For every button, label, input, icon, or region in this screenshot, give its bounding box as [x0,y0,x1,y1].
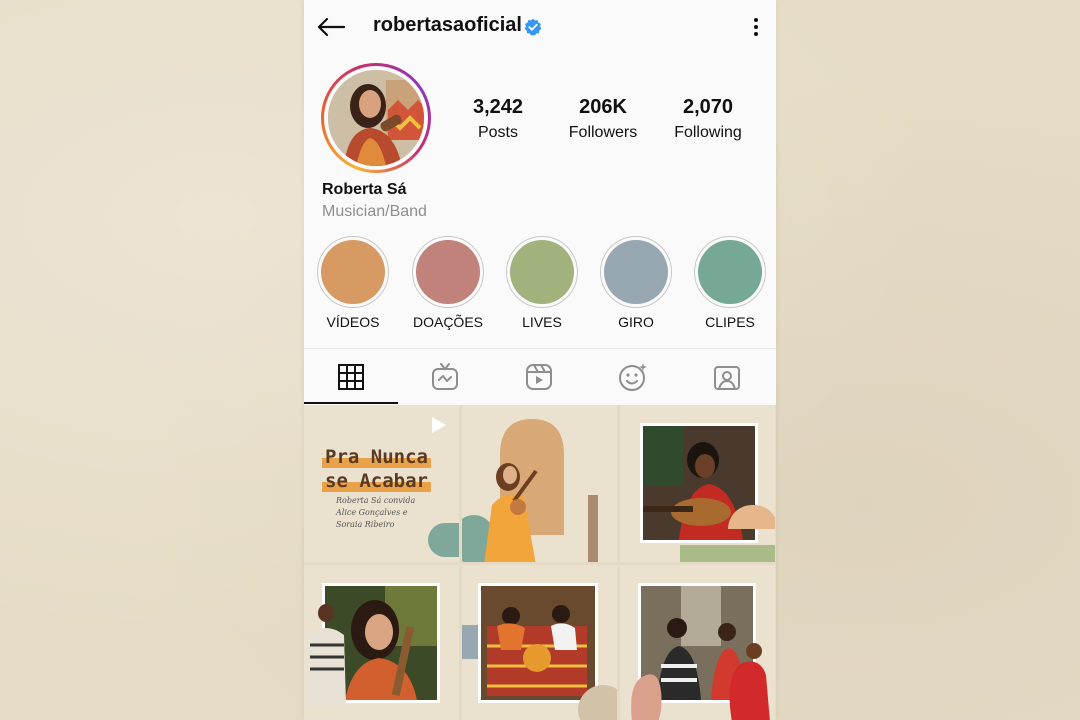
post-thumbnail[interactable] [462,565,617,720]
highlight-doacoes[interactable]: DOAÇÕES [403,236,493,330]
profile-username: robertasaoficial [373,14,522,36]
post-illustration [631,643,770,720]
post-thumbnail[interactable] [620,565,775,720]
post-title-line: se Acabar [322,470,431,492]
posts-count[interactable]: 3,242 Posts [448,96,548,142]
highlight-cover [604,240,668,304]
more-dot-icon [754,25,758,29]
post-subtitle-line: Alice Gonçalves e [336,508,408,517]
highlight-label: GIRO [618,314,654,330]
post-thumbnail[interactable] [620,405,775,562]
post-subtitle-line: Roberta Sá convida [336,496,416,505]
posts-count-label: Posts [477,124,518,141]
more-dot-icon [754,32,758,36]
post-thumbnail[interactable] [304,565,459,720]
verified-badge-icon [524,18,542,36]
tab-tagged[interactable] [680,349,774,404]
tagged-icon [714,365,740,390]
post-subtitle-line: Soraia Ribeiro [336,520,395,529]
reels-icon [526,363,552,390]
followers-count[interactable]: 206K Followers [553,96,653,142]
followers-count-value: 206K [579,96,627,118]
arrow-left-icon [317,17,346,37]
highlight-clipes[interactable]: CLIPES [685,236,775,330]
highlight-label: VÍDEOS [326,314,380,330]
post-thumbnail[interactable] [462,405,617,562]
grid-icon [338,363,364,390]
avatar-photo-illustration [328,70,424,166]
tab-igtv[interactable] [398,349,492,404]
following-count[interactable]: 2,070 Following [658,96,758,142]
post-photo-frame [478,583,598,703]
post-illustration [306,604,346,705]
back-button[interactable] [314,10,348,44]
posts-count-value: 3,242 [472,96,524,118]
profile-display-name: Roberta Sá [322,181,407,198]
profile-header: robertasaoficial [304,0,776,54]
video-indicator-icon [432,417,446,433]
following-count-label: Following [674,124,742,141]
highlight-label: CLIPES [705,314,755,330]
profile-avatar [328,70,424,166]
active-tab-indicator [304,402,398,404]
highlight-label: DOAÇÕES [412,314,483,330]
igtv-icon [432,362,458,390]
highlight-label: LIVES [522,314,562,330]
post-illustration [462,419,598,562]
following-count-value: 2,070 [682,96,734,118]
more-dot-icon [754,18,758,22]
highlight-cover [321,240,385,304]
highlight-cover [510,240,574,304]
posts-grid: Pra Nunca se Acabar Roberta Sá convida A… [304,405,776,720]
post-thumbnail[interactable]: Pra Nunca se Acabar Roberta Sá convida A… [304,405,459,562]
tab-posts-grid[interactable] [304,349,398,404]
group-photo [481,586,595,700]
highlight-giro[interactable]: GIRO [591,236,681,330]
more-options-button[interactable] [744,12,768,42]
profile-tabs [304,348,776,404]
post-title-line: Pra Nunca [322,446,431,468]
highlight-cover [416,240,480,304]
highlight-cover [698,240,762,304]
story-ring[interactable] [321,63,431,173]
highlight-lives[interactable]: LIVES [497,236,587,330]
tab-reels[interactable] [492,349,586,404]
tab-effects[interactable] [586,349,680,404]
highlight-videos[interactable]: VÍDEOS [308,236,398,330]
followers-count-label: Followers [568,124,638,141]
effects-icon [619,362,647,391]
phone-screen: robertasaoficial 3,242 Posts 206K Follow… [304,0,776,720]
profile-category: Musician/Band [322,203,427,220]
